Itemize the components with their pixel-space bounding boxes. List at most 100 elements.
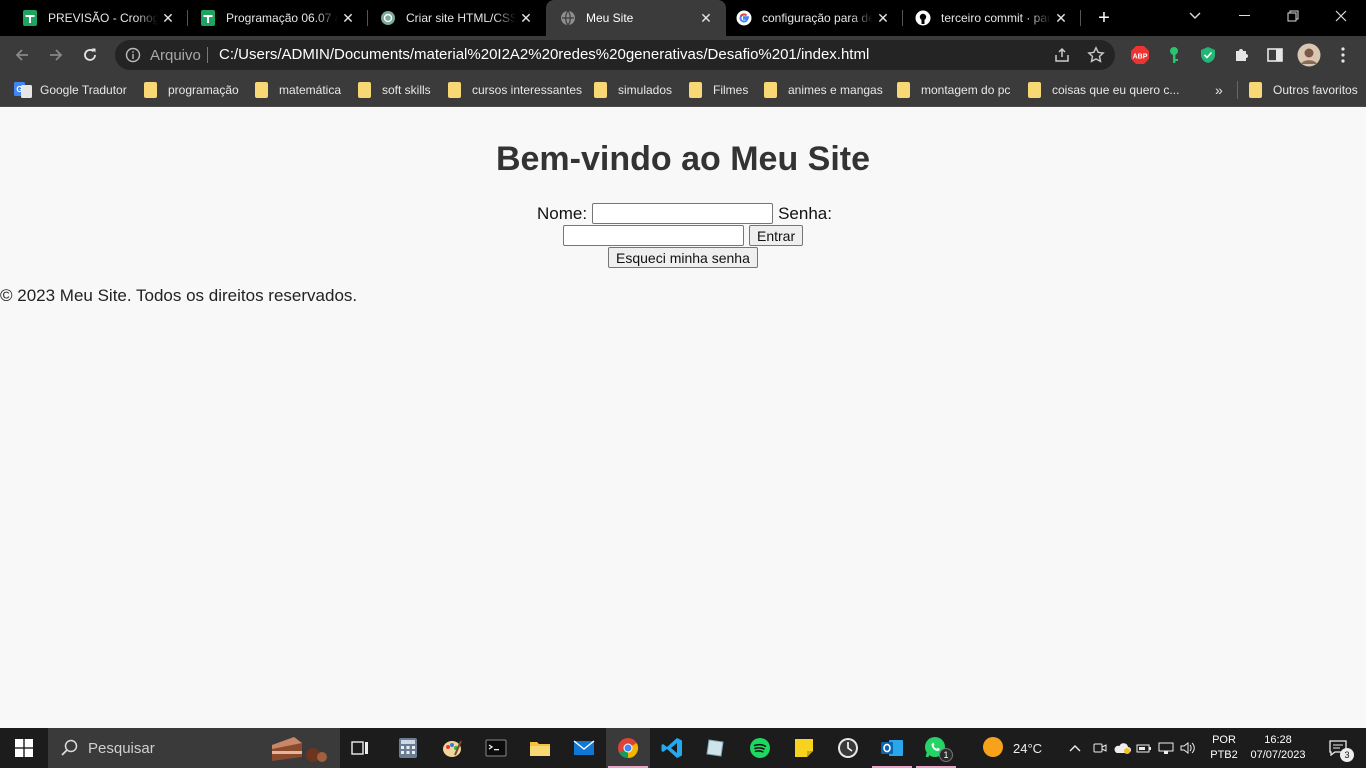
side-panel-icon[interactable] [1265, 45, 1285, 65]
close-tab-icon[interactable]: ✕ [1051, 8, 1071, 28]
windows-taskbar: Pesquisar 1 24°C POR PTB2 16:28 07/07/20… [0, 728, 1366, 768]
tab-previsao[interactable]: PREVISÃO - Cronograma ✕ [0, 0, 188, 36]
bookmark-folder-filmes[interactable]: Filmes [689, 81, 748, 99]
clock[interactable]: 16:28 07/07/2023 [1244, 728, 1312, 768]
terminal-icon[interactable] [474, 728, 518, 768]
profile-avatar[interactable] [1297, 43, 1321, 67]
bookmark-folder-simulados[interactable]: simulados [594, 81, 672, 99]
mail-icon[interactable] [562, 728, 606, 768]
close-window-icon[interactable] [1318, 0, 1364, 32]
browser-menu-icon[interactable] [1333, 45, 1353, 65]
name-input[interactable] [592, 203, 774, 224]
search-icon [60, 738, 80, 758]
folder-icon [255, 82, 268, 98]
bookmark-label: cursos interessantes [472, 83, 583, 97]
bookmark-folder-cursos[interactable]: cursos interessantes [448, 81, 582, 99]
bookmark-folder-montagem[interactable]: montagem do pc [897, 81, 1010, 99]
shield-extension-icon[interactable] [1198, 45, 1218, 65]
close-tab-icon[interactable]: ✕ [696, 8, 716, 28]
url-text[interactable]: C:/Users/ADMIN/Documents/material%20I2A2… [219, 46, 869, 63]
bookmark-folder-matematica[interactable]: matemática [255, 81, 341, 99]
close-tab-icon[interactable]: ✕ [158, 8, 178, 28]
paint-icon[interactable] [430, 728, 474, 768]
battery-icon[interactable] [1133, 742, 1155, 754]
tab-strip: PREVISÃO - Cronograma ✕ Programação 06.0… [0, 0, 1366, 36]
restore-icon[interactable] [1270, 0, 1316, 32]
folder-icon [764, 82, 777, 98]
tab-programacao[interactable]: Programação 06.07 a ✕ [188, 0, 368, 36]
tab-meu-site[interactable]: Meu Site ✕ [546, 0, 726, 36]
file-explorer-icon[interactable] [518, 728, 562, 768]
info-icon[interactable] [125, 47, 141, 63]
tab-search-icon[interactable] [1172, 0, 1218, 32]
bookmark-star-icon[interactable] [1087, 46, 1105, 64]
bookmark-folder-animes[interactable]: animes e mangas [764, 81, 883, 99]
close-tab-icon[interactable]: ✕ [516, 8, 536, 28]
chevron-up-icon[interactable] [1067, 744, 1083, 752]
share-icon[interactable] [1053, 46, 1071, 64]
google-sheets-icon [200, 10, 216, 26]
close-tab-icon[interactable]: ✕ [338, 8, 358, 28]
new-tab-icon[interactable]: + [1094, 8, 1114, 28]
folder-icon [1028, 82, 1041, 98]
calculator-icon[interactable] [386, 728, 430, 768]
bookmark-label: Filmes [713, 83, 749, 97]
login-form-row-2: Entrar [563, 225, 804, 246]
reload-icon[interactable] [77, 42, 103, 68]
task-view-icon[interactable] [338, 728, 382, 768]
google-sheets-icon [22, 10, 38, 26]
bookmark-label: montagem do pc [921, 83, 1011, 97]
page-title: Bem-vindo ao Meu Site [495, 140, 871, 178]
address-bar[interactable]: Arquivo C:/Users/ADMIN/Documents/materia… [115, 40, 1115, 70]
bookmark-folder-outros-favoritos[interactable]: Outros favoritos [1249, 81, 1358, 99]
clock-app-icon[interactable] [826, 728, 870, 768]
tab-title: Criar site HTML/CSS/JS [406, 11, 516, 25]
spotify-icon[interactable] [738, 728, 782, 768]
onedrive-icon[interactable] [1111, 742, 1133, 754]
vscode-icon[interactable] [650, 728, 694, 768]
notes-app-icon[interactable] [694, 728, 738, 768]
search-placeholder: Pesquisar [88, 740, 155, 757]
adblock-plus-icon[interactable]: ABP [1130, 45, 1150, 65]
login-form-row-1: Nome: Senha: [537, 203, 832, 224]
folder-icon [689, 82, 702, 98]
tab-criar-site[interactable]: Criar site HTML/CSS/JS ✕ [368, 0, 546, 36]
bookmarks-overflow-button[interactable]: » [1215, 81, 1223, 99]
bookmark-folder-programacao[interactable]: programação [144, 81, 239, 99]
page-viewport: Bem-vindo ao Meu Site Nome: Senha: Entra… [0, 108, 1366, 728]
sticky-notes-icon[interactable] [782, 728, 826, 768]
tab-separator [1080, 10, 1081, 26]
footer-copyright: © 2023 Meu Site. Todos os direitos reser… [0, 286, 358, 305]
network-icon[interactable] [1155, 741, 1177, 755]
close-tab-icon[interactable]: ✕ [873, 8, 893, 28]
windows-start-icon[interactable] [0, 728, 48, 768]
back-icon[interactable] [9, 42, 35, 68]
extensions-puzzle-icon[interactable] [1232, 45, 1252, 65]
bookmark-folder-soft-skills[interactable]: soft skills [358, 81, 431, 99]
outlook-icon[interactable] [870, 728, 914, 768]
forward-icon[interactable] [43, 42, 69, 68]
bookmark-google-tradutor[interactable]: G Google Tradutor [14, 81, 127, 99]
bookmark-folder-coisas[interactable]: coisas que eu quero c... [1028, 81, 1179, 99]
clock-date: 07/07/2023 [1250, 749, 1306, 761]
weather-widget[interactable]: 24°C [982, 728, 1042, 768]
taskbar-search-box[interactable]: Pesquisar [48, 728, 340, 768]
whatsapp-icon[interactable]: 1 [914, 728, 958, 768]
minimize-icon[interactable] [1222, 0, 1268, 32]
notification-center-icon[interactable]: 3 [1320, 728, 1356, 768]
submit-button[interactable]: Entrar [749, 225, 804, 246]
weather-temperature: 24°C [1013, 740, 1043, 756]
key-extension-icon[interactable] [1164, 45, 1184, 65]
language-indicator[interactable]: POR PTB2 [1204, 728, 1244, 768]
volume-icon[interactable] [1177, 741, 1199, 755]
site-security-label[interactable]: Arquivo [150, 47, 201, 64]
meet-now-icon[interactable] [1089, 741, 1111, 755]
chrome-icon[interactable] [606, 728, 650, 768]
bookmark-label: simulados [618, 83, 673, 97]
tab-configuracao[interactable]: configuração para de ✕ [726, 0, 903, 36]
tab-title: configuração para de [762, 11, 873, 25]
tab-title: PREVISÃO - Cronograma [48, 11, 158, 25]
password-input[interactable] [563, 225, 744, 246]
forgot-password-button[interactable]: Esqueci minha senha [608, 247, 758, 268]
tab-terceiro-commit[interactable]: terceiro commit · pau ✕ [903, 0, 1081, 36]
